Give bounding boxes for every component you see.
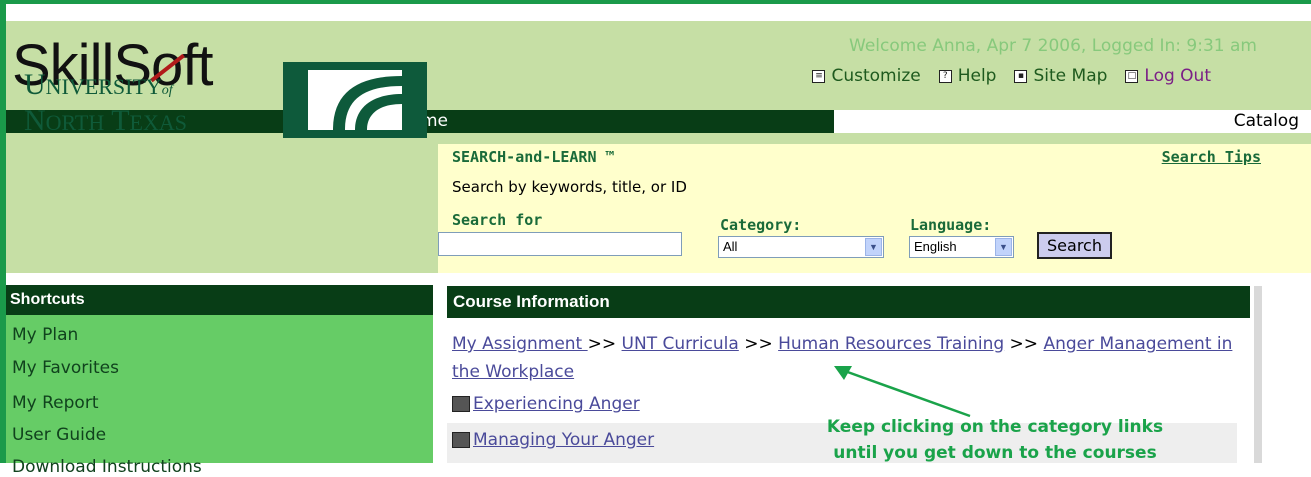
breadcrumb-separator: >>: [1009, 334, 1039, 354]
course-icon: [452, 396, 470, 412]
search-description: Search by keywords, title, or ID: [452, 178, 687, 196]
breadcrumb-hr-training[interactable]: Human Resources Training: [778, 334, 1004, 354]
shortcuts-sidebar: Shortcuts My Plan My Favorites My Report…: [6, 285, 433, 477]
annotation-line1: Keep clicking on the category links: [826, 417, 1164, 437]
nav-bar: Home Catalog: [6, 110, 1311, 133]
sidebar-item-my-report[interactable]: My Report: [12, 393, 99, 413]
breadcrumb-separator: >>: [587, 334, 617, 354]
sitemap-link[interactable]: ▪ Site Map: [1014, 66, 1107, 86]
help-label: Help: [957, 66, 997, 86]
annotation-arrow: [834, 366, 971, 418]
unt-logo-graphic: [308, 70, 402, 130]
university-line1: UNIVERSITYof: [24, 68, 173, 101]
customize-label: Customize: [831, 66, 921, 86]
logout-label: Log Out: [1144, 66, 1211, 86]
sitemap-label: Site Map: [1033, 66, 1108, 86]
search-button[interactable]: Search: [1037, 232, 1112, 259]
course-icon: [452, 432, 470, 448]
course-title: Experiencing Anger: [473, 394, 640, 414]
help-link[interactable]: ? Help: [938, 66, 997, 86]
chevron-down-icon[interactable]: ▼: [995, 238, 1012, 256]
breadcrumb-unt-curricula[interactable]: UNT Curricula: [622, 334, 739, 354]
language-label: Language:: [910, 216, 992, 234]
breadcrumb-my-assignment[interactable]: My Assignment: [452, 334, 588, 354]
header: SkillSoft Welcome Anna, Apr 7 2006, Logg…: [6, 21, 1311, 110]
column-gap: [433, 285, 441, 463]
university-logo-text: UNIVERSITYof NORTH TEXAS: [24, 70, 187, 138]
top-links: ≡ Customize ? Help ▪ Site Map □ Log Out: [812, 66, 1211, 86]
breadcrumb-separator: >>: [744, 334, 773, 354]
unt-eagle-logo: [283, 62, 427, 138]
help-icon: ?: [938, 69, 952, 83]
category-select[interactable]: All ▼: [718, 236, 884, 258]
search-title: SEARCH-and-LEARN ™: [452, 148, 615, 166]
chevron-down-icon[interactable]: ▼: [865, 238, 882, 256]
category-value: All: [723, 239, 738, 254]
scrollbar[interactable]: [1254, 286, 1262, 463]
logout-link[interactable]: □ Log Out: [1125, 66, 1211, 86]
logout-icon: □: [1125, 69, 1139, 83]
language-value: English: [914, 239, 957, 254]
tab-catalog[interactable]: Catalog: [834, 110, 1311, 133]
sidebar-item-my-plan[interactable]: My Plan: [12, 325, 78, 345]
sitemap-icon: ▪: [1014, 69, 1028, 83]
sidebar-item-user-guide[interactable]: User Guide: [12, 425, 106, 445]
sidebar-item-download[interactable]: Download Instructions: [12, 457, 202, 477]
annotation-text: Keep clicking on the category links unti…: [815, 414, 1175, 466]
course-title: Managing Your Anger: [473, 430, 655, 450]
search-for-label: Search for: [452, 211, 543, 229]
category-label: Category:: [720, 216, 802, 234]
course-link-managing-anger[interactable]: Managing Your Anger: [452, 430, 654, 450]
search-tips-link[interactable]: Search Tips: [1162, 148, 1261, 166]
university-line2: NORTH TEXAS: [24, 104, 187, 137]
search-input[interactable]: [438, 232, 682, 256]
customize-link[interactable]: ≡ Customize: [812, 66, 921, 86]
sidebar-item-my-favorites[interactable]: My Favorites: [12, 358, 119, 378]
welcome-text: Welcome Anna, Apr 7 2006, Logged In: 9:3…: [849, 36, 1257, 56]
customize-icon: ≡: [812, 69, 826, 83]
language-select[interactable]: English ▼: [909, 236, 1014, 258]
course-info-title: Course Information: [447, 286, 1250, 318]
shortcuts-title: Shortcuts: [6, 285, 433, 315]
annotation-line2: until you get down to the courses: [833, 443, 1157, 463]
course-link-experiencing-anger[interactable]: Experiencing Anger: [452, 394, 640, 414]
